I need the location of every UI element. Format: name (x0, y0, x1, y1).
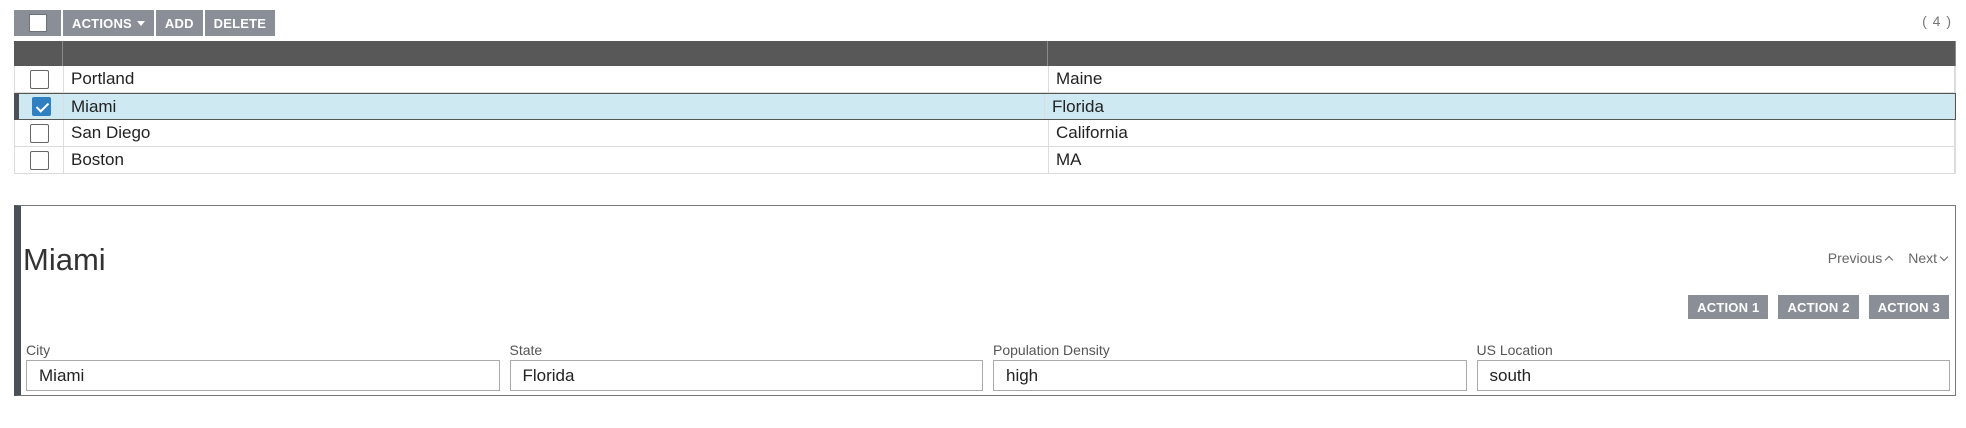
caret-down-icon (136, 20, 145, 26)
us-location-field-group: US Location (1476, 342, 1950, 391)
action-1-button[interactable]: ACTION 1 (1688, 295, 1769, 319)
delete-button[interactable]: DELETE (204, 10, 276, 36)
us-location-label: US Location (1476, 342, 1553, 358)
city-cell: Boston (64, 147, 1049, 173)
row-check-cell (19, 94, 64, 119)
detail-actions: ACTION 1 ACTION 2 ACTION 3 (1688, 295, 1949, 319)
city-cell: San Diego (64, 120, 1049, 146)
detail-panel: Miami Previous Next ACTION 1 ACTION 2 AC… (14, 205, 1956, 396)
state-input[interactable] (509, 360, 983, 391)
header-check-column (14, 41, 63, 66)
chevron-down-icon (1939, 252, 1949, 261)
data-grid: Portland Maine Miami Florida San Diego C… (14, 41, 1956, 174)
table-row-selected[interactable]: Miami Florida (14, 93, 1956, 120)
city-label: City (26, 342, 51, 358)
row-checkbox[interactable] (29, 123, 49, 143)
us-location-input[interactable] (1476, 360, 1950, 391)
state-field-group: State (509, 342, 983, 391)
next-button[interactable]: Next (1908, 250, 1949, 266)
row-check-cell (15, 120, 64, 146)
population-density-input[interactable] (993, 360, 1467, 391)
row-checkbox[interactable] (29, 69, 49, 89)
previous-label: Previous (1827, 250, 1883, 266)
row-checkbox[interactable] (29, 150, 49, 170)
table-row[interactable]: Boston MA (14, 147, 1956, 174)
row-checkbox-checked[interactable] (31, 97, 51, 116)
select-all-button[interactable] (14, 10, 61, 36)
city-input[interactable] (26, 360, 500, 391)
table-row[interactable]: San Diego California (14, 120, 1956, 147)
record-pager: Previous Next (1827, 250, 1949, 266)
state-cell: California (1049, 120, 1955, 146)
record-count: ( 4 ) (1922, 13, 1952, 29)
select-all-checkbox[interactable] (28, 14, 47, 32)
city-field-group: City (26, 342, 500, 391)
header-city-column[interactable] (63, 41, 1048, 66)
population-density-field-group: Population Density (993, 342, 1467, 391)
add-button[interactable]: ADD (155, 10, 203, 36)
actions-dropdown-button[interactable]: ACTIONS (63, 10, 154, 36)
action-3-button[interactable]: ACTION 3 (1868, 295, 1949, 319)
next-label: Next (1908, 250, 1937, 266)
population-density-label: Population Density (993, 342, 1110, 358)
detail-fields: City State Population Density US Locatio… (26, 342, 1950, 391)
grid-header (14, 41, 1956, 66)
row-check-cell (15, 66, 64, 92)
action-2-button[interactable]: ACTION 2 (1778, 295, 1859, 319)
actions-label: ACTIONS (72, 15, 132, 31)
state-cell: Maine (1049, 66, 1955, 92)
previous-button[interactable]: Previous (1827, 250, 1894, 266)
header-state-column[interactable] (1048, 41, 1956, 66)
detail-title: Miami (23, 242, 106, 277)
table-row[interactable]: Portland Maine (14, 66, 1956, 93)
state-label: State (509, 342, 543, 358)
state-cell: MA (1049, 147, 1955, 173)
chevron-up-icon (1884, 255, 1894, 264)
city-cell: Portland (64, 66, 1049, 92)
city-cell: Miami (64, 94, 1045, 119)
grid-toolbar: ACTIONS ADD DELETE (14, 10, 276, 36)
row-check-cell (15, 147, 64, 173)
state-cell: Florida (1045, 94, 1955, 119)
